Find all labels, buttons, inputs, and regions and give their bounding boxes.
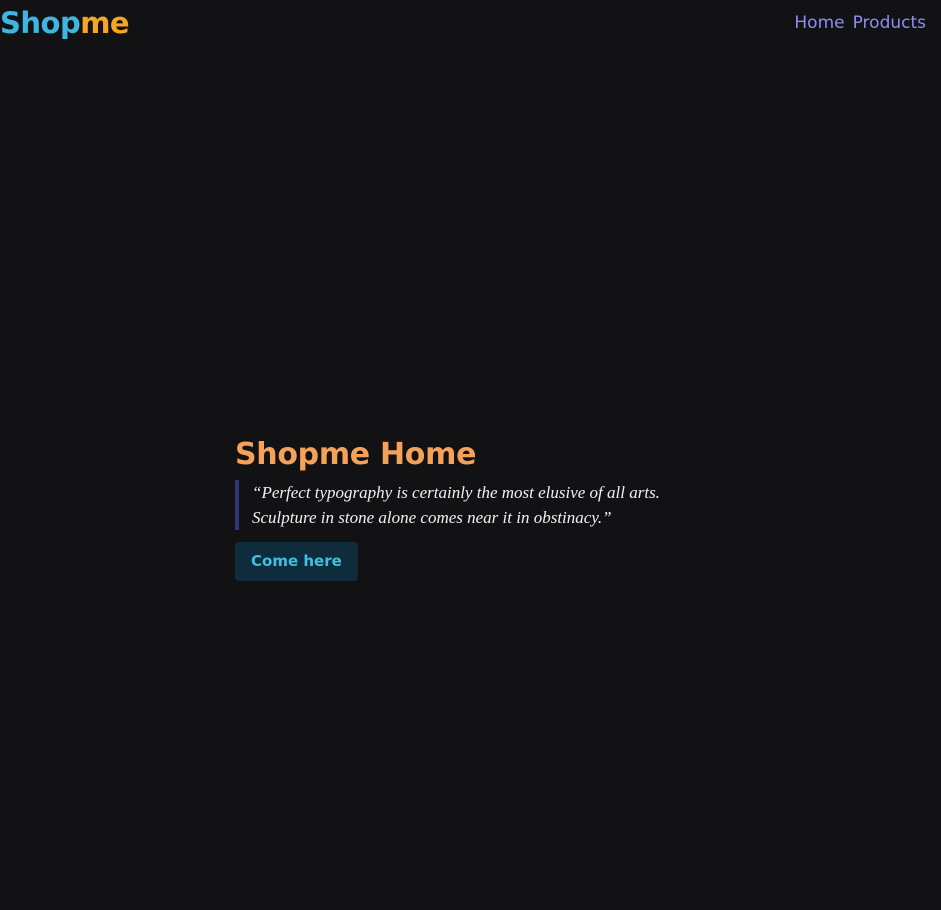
quote-line-1: “Perfect typography is certainly the mos…: [252, 483, 660, 502]
main-nav: Home Products: [794, 11, 926, 35]
logo-text-me: me: [80, 6, 130, 40]
page-title: Shopme Home: [235, 437, 477, 472]
hero-section: Shopme Home “Perfect typography is certa…: [235, 434, 715, 581]
come-here-button[interactable]: Come here: [235, 542, 358, 581]
nav-link-home[interactable]: Home: [794, 11, 844, 35]
quote-line-2: Sculpture in stone alone comes near it i…: [252, 508, 612, 527]
logo-text-shop: Shop: [0, 6, 81, 40]
quote-block: “Perfect typography is certainly the mos…: [235, 480, 715, 530]
page: Shopme Home Products Shopme Home “Perfec…: [0, 0, 941, 910]
site-logo[interactable]: Shopme: [0, 4, 130, 42]
nav-link-products[interactable]: Products: [853, 11, 926, 35]
